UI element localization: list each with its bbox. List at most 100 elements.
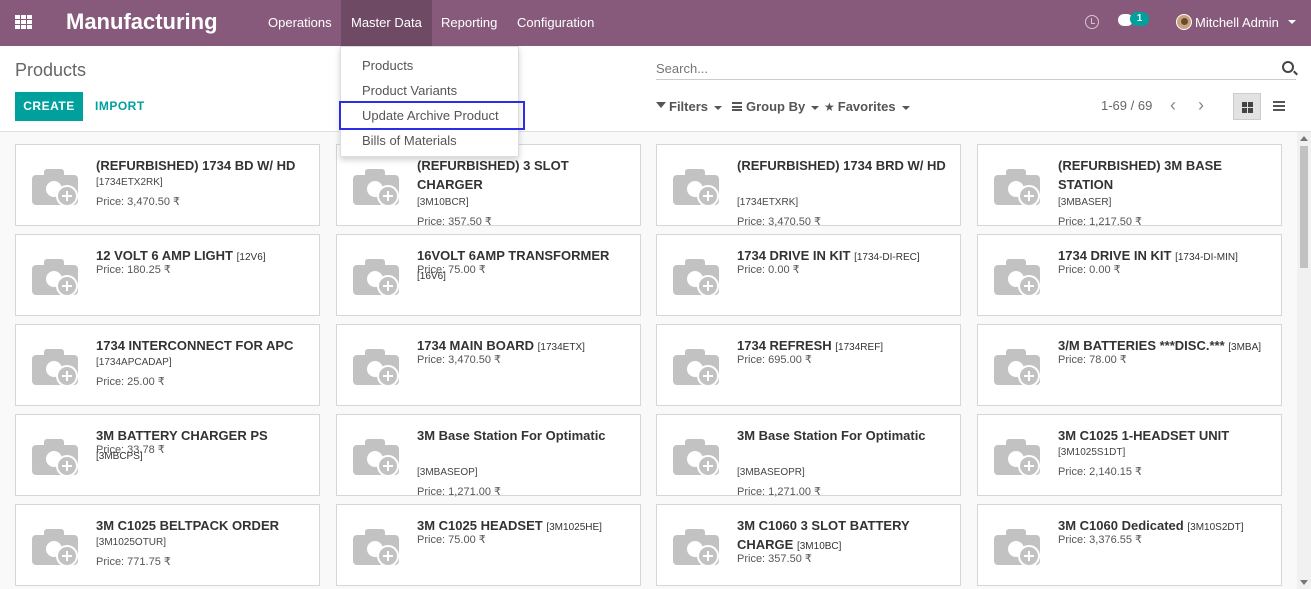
filters-button[interactable]: Filters bbox=[656, 98, 723, 116]
product-price: Price: 695.00 ₹ bbox=[737, 354, 812, 366]
product-code: [3M1025HE] bbox=[546, 522, 602, 533]
product-price: Price: 3,470.50 ₹ bbox=[737, 216, 822, 228]
camera-placeholder-icon bbox=[30, 525, 82, 567]
product-card[interactable]: 1734 REFRESH [1734REF] Price: 695.00 ₹ bbox=[656, 324, 961, 406]
product-code: [1734-DI-MIN] bbox=[1175, 252, 1238, 263]
menu-reporting[interactable]: Reporting bbox=[431, 0, 507, 46]
menu-master-data[interactable]: Master Data bbox=[341, 0, 432, 46]
product-price: Price: 771.75 ₹ bbox=[96, 556, 171, 568]
product-title: 1734 INTERCONNECT FOR APC bbox=[96, 338, 294, 353]
product-card[interactable]: 1734 DRIVE IN KIT [1734-DI-MIN] Price: 0.… bbox=[977, 234, 1282, 316]
search-icon[interactable] bbox=[1282, 61, 1294, 73]
dropdown-item-update-archive-product[interactable]: Update Archive Product bbox=[339, 101, 525, 130]
list-view-button[interactable] bbox=[1266, 93, 1294, 120]
product-card[interactable]: 1734 MAIN BOARD [1734ETX] Price: 3,470.50… bbox=[336, 324, 641, 406]
camera-placeholder-icon bbox=[992, 435, 1044, 477]
camera-placeholder-icon bbox=[30, 255, 82, 297]
product-name: 3M C1025 BELTPACK ORDER bbox=[96, 516, 314, 535]
dropdown-item-bills-of-materials[interactable]: Bills of Materials bbox=[341, 128, 518, 153]
search-input[interactable] bbox=[656, 58, 1296, 80]
product-card[interactable]: 3M C1025 BELTPACK ORDER [3M1025OTUR] Price… bbox=[15, 504, 320, 586]
user-menu[interactable]: Mitchell Admin bbox=[1195, 15, 1279, 30]
filters-label: Filters bbox=[669, 99, 709, 114]
product-title: 1734 REFRESH bbox=[737, 338, 832, 353]
menu-configuration[interactable]: Configuration bbox=[507, 0, 604, 46]
product-card[interactable]: 3M BATTERY CHARGER PS [3MBCPS] Price: 33.… bbox=[15, 414, 320, 496]
product-card[interactable]: 3M Base Station For Optimatic [3MBASEOP] P… bbox=[336, 414, 641, 498]
product-price: Price: 1,217.50 ₹ bbox=[1058, 216, 1143, 228]
activity-clock-icon[interactable] bbox=[1085, 15, 1099, 29]
product-card[interactable]: 1734 DRIVE IN KIT [1734-DI-REC] Price: 0.… bbox=[656, 234, 961, 316]
product-reference: [1734ETXRK] bbox=[737, 197, 799, 208]
product-price: Price: 25.00 ₹ bbox=[96, 376, 165, 388]
product-name: (REFURBISHED) 3M BASE STATION bbox=[1058, 156, 1276, 194]
product-reference: [3MBASEOP] bbox=[417, 467, 478, 478]
camera-placeholder-icon bbox=[351, 435, 403, 477]
product-title: 3M C1025 BELTPACK ORDER bbox=[96, 518, 279, 533]
product-name: (REFURBISHED) 3 SLOT CHARGER bbox=[417, 156, 635, 194]
camera-placeholder-icon bbox=[992, 255, 1044, 297]
product-price: Price: 1,271.00 ₹ bbox=[417, 486, 502, 498]
product-code: [1734REF] bbox=[835, 342, 884, 353]
product-card[interactable]: 12 VOLT 6 AMP LIGHT [12V6] Price: 180.25 … bbox=[15, 234, 320, 316]
menu-operations[interactable]: Operations bbox=[258, 0, 342, 46]
camera-placeholder-icon bbox=[30, 345, 82, 387]
product-card[interactable]: 3M C1025 HEADSET [3M1025HE] Price: 75.00 … bbox=[336, 504, 641, 586]
camera-placeholder-icon bbox=[671, 255, 723, 297]
create-button[interactable]: CREATE bbox=[15, 92, 83, 121]
product-title: 3M Base Station For Optimatic bbox=[737, 428, 926, 443]
product-price: Price: 3,470.50 ₹ bbox=[417, 354, 502, 366]
product-name: 3M C1025 1-HEADSET UNIT bbox=[1058, 426, 1276, 445]
product-title: 1734 DRIVE IN KIT bbox=[1058, 248, 1172, 263]
camera-placeholder-icon bbox=[30, 165, 82, 207]
product-price: Price: 75.00 ₹ bbox=[417, 264, 486, 276]
scroll-down-icon[interactable] bbox=[1300, 580, 1308, 585]
caret-down-icon bbox=[714, 105, 723, 110]
apps-menu-icon[interactable] bbox=[15, 15, 32, 29]
vertical-scrollbar[interactable] bbox=[1297, 132, 1311, 589]
product-title: 3M BATTERY CHARGER PS bbox=[96, 428, 268, 443]
scroll-up-icon[interactable] bbox=[1300, 136, 1308, 141]
camera-placeholder-icon bbox=[992, 345, 1044, 387]
user-avatar[interactable] bbox=[1176, 14, 1192, 30]
product-code: [3M10S2DT] bbox=[1187, 522, 1244, 533]
pager-previous-icon[interactable]: ‹ bbox=[1167, 96, 1179, 116]
user-caret-icon[interactable] bbox=[1288, 20, 1296, 24]
chat-count-badge: 1 bbox=[1130, 12, 1149, 26]
dropdown-item-products[interactable]: Products bbox=[341, 53, 518, 78]
import-button[interactable]: IMPORT bbox=[95, 92, 145, 121]
camera-placeholder-icon bbox=[992, 525, 1044, 567]
product-card[interactable]: 3M C1060 3 SLOT BATTERY CHARGE [3M10BC] P… bbox=[656, 504, 961, 586]
page-title: Products bbox=[15, 60, 87, 80]
product-card[interactable]: 3M C1025 1-HEADSET UNIT [3M1025S1DT] Price… bbox=[977, 414, 1282, 496]
product-reference: [3M10BCR] bbox=[417, 197, 469, 208]
pager-next-icon[interactable]: › bbox=[1195, 96, 1207, 116]
favorites-button[interactable]: ★ Favorites bbox=[824, 98, 910, 116]
product-code: [3M10BC] bbox=[796, 541, 842, 552]
product-title: 3M C1025 HEADSET bbox=[417, 518, 543, 533]
product-card[interactable]: 3M Base Station For Optimatic [3MBASEOPR]… bbox=[656, 414, 961, 498]
caret-down-icon bbox=[901, 105, 910, 110]
product-card[interactable]: 16VOLT 6AMP TRANSFORMER [16V6] Price: 75.… bbox=[336, 234, 641, 316]
product-card[interactable]: (REFURBISHED) 1734 BRD W/ HD [1734ETXRK] P… bbox=[656, 144, 961, 228]
product-card[interactable]: 3M C1060 Dedicated [3M10S2DT] Price: 3,37… bbox=[977, 504, 1282, 586]
product-card[interactable]: 1734 INTERCONNECT FOR APC [1734APCADAP] Pr… bbox=[15, 324, 320, 406]
product-card[interactable]: (REFURBISHED) 3M BASE STATION [3MBASER] Pr… bbox=[977, 144, 1282, 228]
product-title: 3M Base Station For Optimatic bbox=[417, 428, 606, 443]
product-title: (REFURBISHED) 1734 BRD W/ HD bbox=[737, 158, 946, 173]
product-title: 1734 DRIVE IN KIT bbox=[737, 248, 851, 263]
dropdown-item-product-variants[interactable]: Product Variants bbox=[341, 78, 518, 103]
camera-placeholder-icon bbox=[671, 525, 723, 567]
groupby-button[interactable]: Group By bbox=[732, 98, 820, 116]
product-card[interactable]: 3/M BATTERIES ***DISC.*** [3MBA] Price: 7… bbox=[977, 324, 1282, 406]
app-title[interactable]: Manufacturing bbox=[66, 9, 218, 35]
product-reference: [3MBASEOPR] bbox=[737, 467, 805, 478]
scrollbar-thumb[interactable] bbox=[1300, 146, 1308, 268]
product-name: 3M Base Station For Optimatic bbox=[737, 426, 955, 445]
product-kanban: (REFURBISHED) 1734 BD W/ HD [1734ETX2RK] P… bbox=[0, 132, 1297, 589]
camera-placeholder-icon bbox=[351, 525, 403, 567]
product-card[interactable]: (REFURBISHED) 1734 BD W/ HD [1734ETX2RK] P… bbox=[15, 144, 320, 226]
camera-placeholder-icon bbox=[30, 435, 82, 477]
pager-value[interactable]: 1-69 / 69 bbox=[1101, 98, 1152, 113]
kanban-view-button[interactable] bbox=[1233, 93, 1261, 120]
